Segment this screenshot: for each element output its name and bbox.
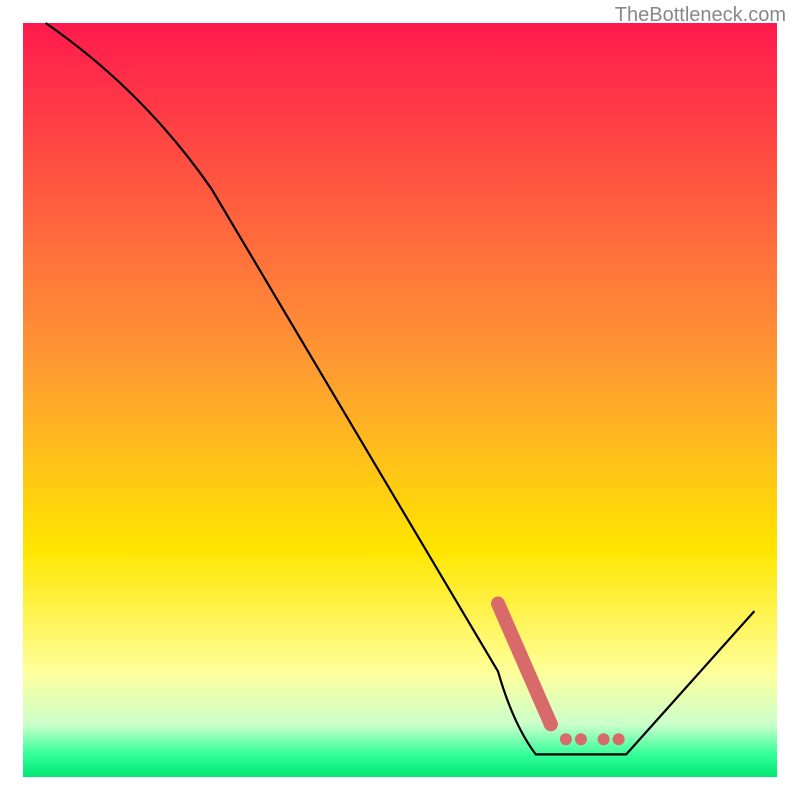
chart-svg	[0, 0, 800, 800]
plot-background	[23, 23, 777, 777]
chart-container: TheBottleneck.com	[0, 0, 800, 800]
watermark-text: TheBottleneck.com	[615, 4, 786, 27]
